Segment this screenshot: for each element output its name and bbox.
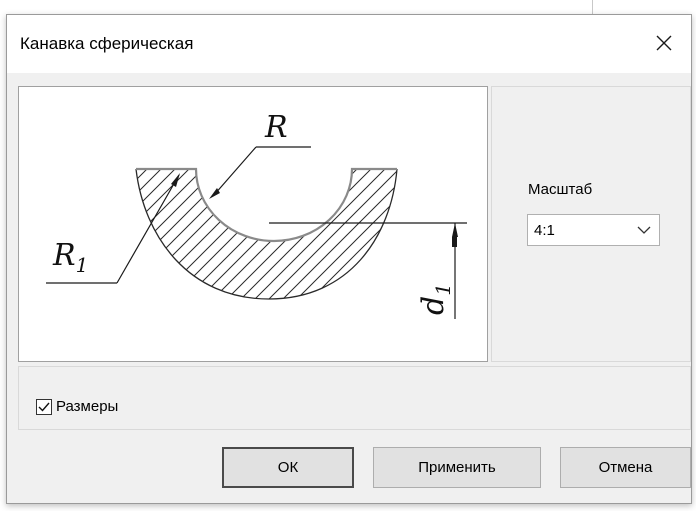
dimensions-label: Размеры: [56, 398, 119, 415]
apply-button[interactable]: Применить: [373, 447, 541, 488]
chevron-down-icon: [637, 226, 651, 234]
scale-dropdown[interactable]: 4:1: [527, 214, 660, 246]
r-leader-diagonal: [213, 146, 257, 196]
dimensions-checkbox[interactable]: [36, 399, 52, 415]
close-button[interactable]: [641, 23, 687, 63]
scale-value: 4:1: [534, 222, 555, 239]
spherical-groove-dialog: Канавка сферическая R R1 d1 Масштаб 4:1 …: [6, 14, 692, 504]
title-bar: Канавка сферическая: [7, 15, 691, 73]
groove-profile: [136, 169, 397, 299]
label-r1: R1: [52, 238, 88, 277]
scale-panel: Масштаб 4:1: [491, 86, 691, 362]
groove-preview: R R1 d1: [18, 86, 488, 362]
dialog-title: Канавка сферическая: [20, 34, 194, 53]
ok-button[interactable]: ОК: [222, 447, 354, 488]
options-panel: Размеры: [18, 366, 691, 430]
cancel-button[interactable]: Отмена: [560, 447, 691, 488]
close-icon: [656, 35, 672, 51]
background-divider: [592, 0, 593, 14]
label-r: R: [264, 110, 288, 145]
groove-drawing: R R1 d1: [46, 110, 467, 319]
checkmark-icon: [38, 402, 50, 412]
scale-label: Масштаб: [528, 181, 593, 198]
label-d1: d1: [416, 283, 455, 315]
